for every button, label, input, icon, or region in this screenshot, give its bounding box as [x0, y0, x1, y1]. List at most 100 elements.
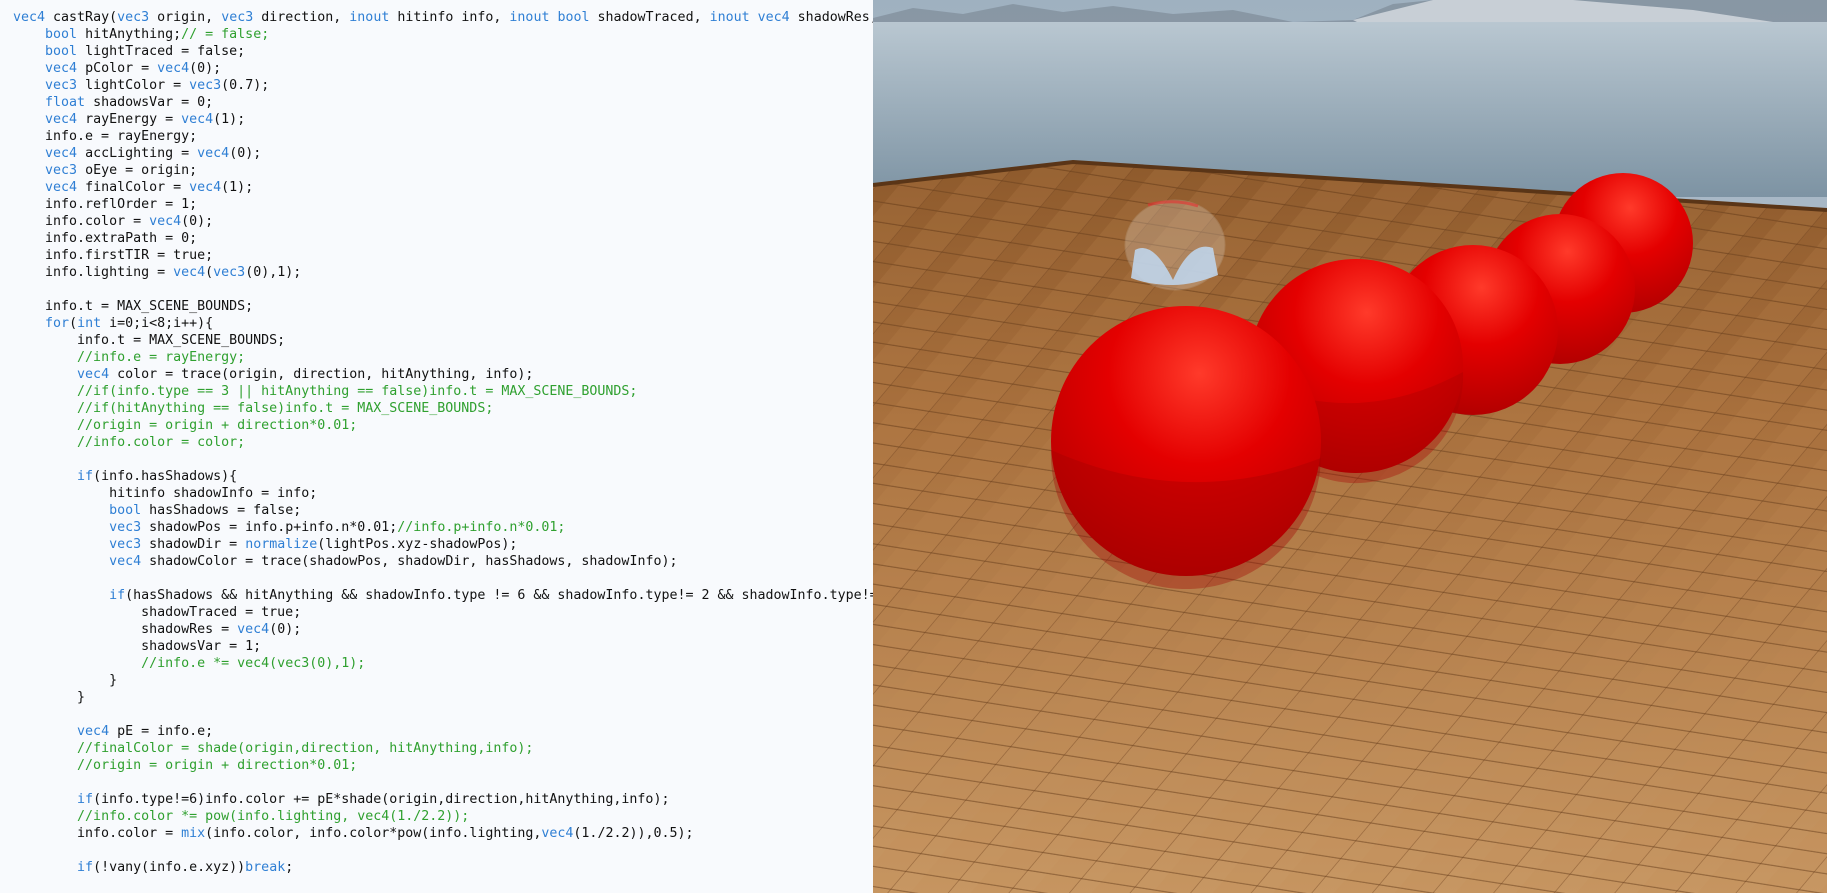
- code-line[interactable]: if(info.hasShadows){: [13, 468, 873, 485]
- code-line[interactable]: vec4 pColor = vec4(0);: [13, 60, 873, 77]
- code-text: shadowsVar = 0;: [85, 95, 214, 110]
- code-text: oEye = origin;: [77, 163, 198, 178]
- code-line[interactable]: [13, 281, 873, 298]
- code-line[interactable]: //origin = origin + direction*0.01;: [13, 417, 873, 434]
- code-text: shadowTraced,: [589, 10, 710, 25]
- code-text: lightColor =: [77, 78, 190, 93]
- code-line[interactable]: bool lightTraced = false;: [13, 43, 873, 60]
- code-line[interactable]: }: [13, 672, 873, 689]
- code-line[interactable]: //if(hitAnything == false)info.t = MAX_S…: [13, 400, 873, 417]
- code-line[interactable]: shadowRes = vec4(0);: [13, 621, 873, 638]
- code-line[interactable]: [13, 842, 873, 859]
- code-line[interactable]: bool hasShadows = false;: [13, 502, 873, 519]
- code-comment: //info.p+info.n*0.01;: [397, 520, 566, 535]
- sphere-icon-1: [1050, 306, 1321, 590]
- code-line[interactable]: [13, 774, 873, 791]
- code-line[interactable]: //if(info.type == 3 || hitAnything == fa…: [13, 383, 873, 400]
- code-line[interactable]: vec4 finalColor = vec4(1);: [13, 179, 873, 196]
- code-line[interactable]: vec4 accLighting = vec4(0);: [13, 145, 873, 162]
- code-line[interactable]: hitinfo shadowInfo = info;: [13, 485, 873, 502]
- code-editor[interactable]: vec4 castRay(vec3 origin, vec3 direction…: [0, 0, 873, 893]
- code-line[interactable]: if(info.type!=6)info.color += pE*shade(o…: [13, 791, 873, 808]
- code-keyword: vec3: [189, 78, 222, 93]
- code-text: pE = info.e;: [109, 724, 214, 739]
- code-keyword: vec4: [77, 367, 110, 382]
- code-text: (lightPos.xyz-shadowPos);: [317, 537, 518, 552]
- code-line[interactable]: info.t = MAX_SCENE_BOUNDS;: [13, 332, 873, 349]
- code-text: castRay(: [45, 10, 118, 25]
- code-line[interactable]: vec4 castRay(vec3 origin, vec3 direction…: [13, 9, 873, 26]
- code-line[interactable]: if(!vany(info.e.xyz))break;: [13, 859, 873, 876]
- code-line[interactable]: info.extraPath = 0;: [13, 230, 873, 247]
- shader-source-code[interactable]: vec4 castRay(vec3 origin, vec3 direction…: [13, 9, 873, 876]
- code-keyword: if: [77, 792, 94, 807]
- code-text: info.firstTIR = true;: [13, 248, 214, 263]
- code-line[interactable]: if(hasShadows && hitAnything && shadowIn…: [13, 587, 873, 604]
- code-line[interactable]: info.color = vec4(0);: [13, 213, 873, 230]
- code-line[interactable]: vec3 lightColor = vec3(0.7);: [13, 77, 873, 94]
- code-keyword: vec4: [45, 180, 78, 195]
- code-line[interactable]: info.color = mix(info.color, info.color*…: [13, 825, 873, 842]
- code-line[interactable]: info.e = rayEnergy;: [13, 128, 873, 145]
- code-line[interactable]: [13, 706, 873, 723]
- code-text: direction,: [253, 10, 350, 25]
- code-line[interactable]: [13, 451, 873, 468]
- code-text: i=0;i<8;i++){: [101, 316, 214, 331]
- code-text: (1);: [221, 180, 254, 195]
- code-text: info.color =: [13, 826, 182, 841]
- code-line[interactable]: vec4 rayEnergy = vec4(1);: [13, 111, 873, 128]
- code-keyword: vec4: [237, 622, 270, 637]
- code-line[interactable]: shadowsVar = 1;: [13, 638, 873, 655]
- code-line[interactable]: [13, 570, 873, 587]
- code-line[interactable]: vec3 oEye = origin;: [13, 162, 873, 179]
- code-text: (info.hasShadows){: [93, 469, 238, 484]
- code-keyword: vec4: [541, 826, 574, 841]
- code-line[interactable]: info.lighting = vec4(vec3(0),1);: [13, 264, 873, 281]
- code-line[interactable]: vec4 pE = info.e;: [13, 723, 873, 740]
- code-text: info.reflOrder = 1;: [13, 197, 198, 212]
- code-keyword: for: [45, 316, 70, 331]
- code-text: rayEnergy =: [77, 112, 182, 127]
- code-line[interactable]: vec3 shadowDir = normalize(lightPos.xyz-…: [13, 536, 873, 553]
- code-keyword: vec4: [157, 61, 190, 76]
- code-text: (0.7);: [221, 78, 270, 93]
- code-line[interactable]: //info.e = rayEnergy;: [13, 349, 873, 366]
- code-line[interactable]: bool hitAnything;// = false;: [13, 26, 873, 43]
- code-line[interactable]: info.t = MAX_SCENE_BOUNDS;: [13, 298, 873, 315]
- code-text: shadowColor = trace(shadowPos, shadowDir…: [141, 554, 678, 569]
- code-line[interactable]: shadowTraced = true;: [13, 604, 873, 621]
- code-text: shadowRes =: [13, 622, 238, 637]
- code-line[interactable]: float shadowsVar = 0;: [13, 94, 873, 111]
- code-line[interactable]: vec4 color = trace(origin, direction, hi…: [13, 366, 873, 383]
- code-line[interactable]: //info.e *= vec4(vec3(0),1);: [13, 655, 873, 672]
- code-line[interactable]: info.firstTIR = true;: [13, 247, 873, 264]
- code-keyword: bool: [557, 10, 590, 25]
- code-keyword: vec4: [197, 146, 230, 161]
- code-line[interactable]: //info.color *= pow(info.lighting, vec4(…: [13, 808, 873, 825]
- render-viewport[interactable]: [873, 0, 1827, 893]
- code-line[interactable]: //info.color = color;: [13, 434, 873, 451]
- code-line[interactable]: for(int i=0;i<8;i++){: [13, 315, 873, 332]
- code-line[interactable]: //origin = origin + direction*0.01;: [13, 757, 873, 774]
- glass-object-icon: [1124, 199, 1226, 291]
- code-keyword: vec3: [221, 10, 254, 25]
- code-line[interactable]: vec3 shadowPos = info.p+info.n*0.01;//in…: [13, 519, 873, 536]
- code-line[interactable]: vec4 shadowColor = trace(shadowPos, shad…: [13, 553, 873, 570]
- code-text: (0),1);: [245, 265, 302, 280]
- code-line[interactable]: info.reflOrder = 1;: [13, 196, 873, 213]
- code-comment: //origin = origin + direction*0.01;: [77, 758, 358, 773]
- code-text: info.t = MAX_SCENE_BOUNDS;: [13, 299, 254, 314]
- code-text: (1);: [213, 112, 246, 127]
- code-line[interactable]: }: [13, 689, 873, 706]
- code-line[interactable]: //finalColor = shade(origin,direction, h…: [13, 740, 873, 757]
